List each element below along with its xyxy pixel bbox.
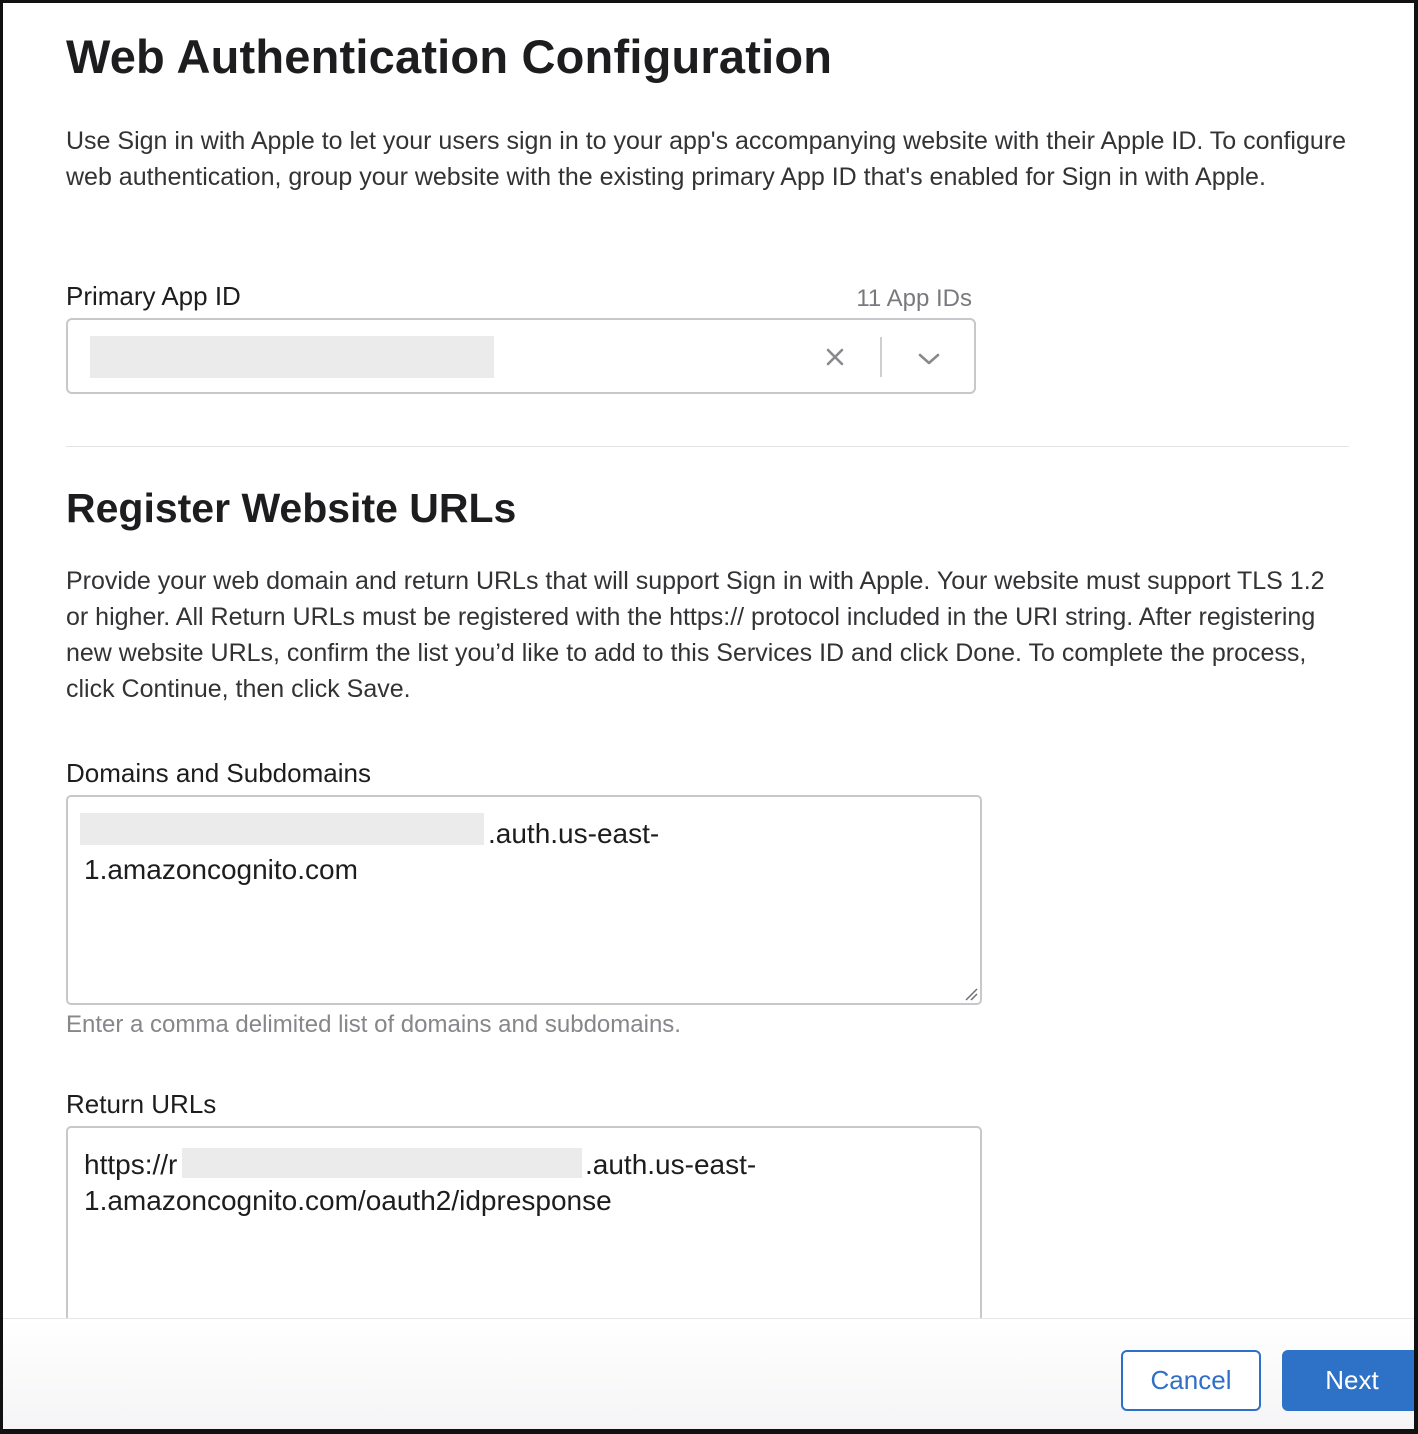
redacted-domain-prefix bbox=[80, 813, 484, 845]
redacted-return-url-host bbox=[182, 1148, 582, 1178]
domains-label: Domains and Subdomains bbox=[66, 758, 371, 788]
primary-app-id-label: Primary App ID bbox=[66, 281, 241, 311]
page-title: Web Authentication Configuration bbox=[66, 30, 833, 83]
return-urls-label: Return URLs bbox=[66, 1089, 217, 1119]
return-url-line-1-suffix: .auth.us-east- bbox=[585, 1149, 757, 1180]
return-url-prefix: https://r bbox=[84, 1149, 178, 1180]
primary-app-id-select[interactable] bbox=[66, 318, 976, 394]
domains-textarea[interactable]: .auth.us-east- 1.amazoncognito.com bbox=[66, 795, 982, 1005]
dialog-frame: Web Authentication Configuration Use Sig… bbox=[0, 0, 1418, 1434]
resize-grip-icon[interactable] bbox=[964, 987, 978, 1001]
clear-icon[interactable] bbox=[820, 342, 850, 372]
domain-line-1: .auth.us-east- bbox=[488, 818, 660, 849]
chevron-down-icon[interactable] bbox=[914, 344, 944, 374]
section-divider bbox=[66, 446, 1349, 447]
return-urls-textarea[interactable]: https://r .auth.us-east- 1.amazoncognito… bbox=[66, 1126, 982, 1318]
domains-hint: Enter a comma delimited list of domains … bbox=[66, 1011, 681, 1038]
dialog-content[interactable]: Web Authentication Configuration Use Sig… bbox=[3, 3, 1414, 1318]
next-button[interactable]: Next bbox=[1282, 1350, 1414, 1411]
register-section-title: Register Website URLs bbox=[66, 485, 517, 531]
select-divider bbox=[880, 337, 882, 377]
domain-line-2: 1.amazoncognito.com bbox=[84, 854, 358, 885]
intro-text: Use Sign in with Apple to let your users… bbox=[66, 127, 1347, 191]
register-description: Provide your web domain and return URLs … bbox=[66, 567, 1325, 703]
return-url-line-2: 1.amazoncognito.com/oauth2/idpresponse bbox=[84, 1185, 612, 1216]
redacted-app-id-value bbox=[90, 336, 494, 378]
app-id-count: 11 App IDs bbox=[856, 285, 972, 312]
cancel-button[interactable]: Cancel bbox=[1121, 1350, 1261, 1411]
